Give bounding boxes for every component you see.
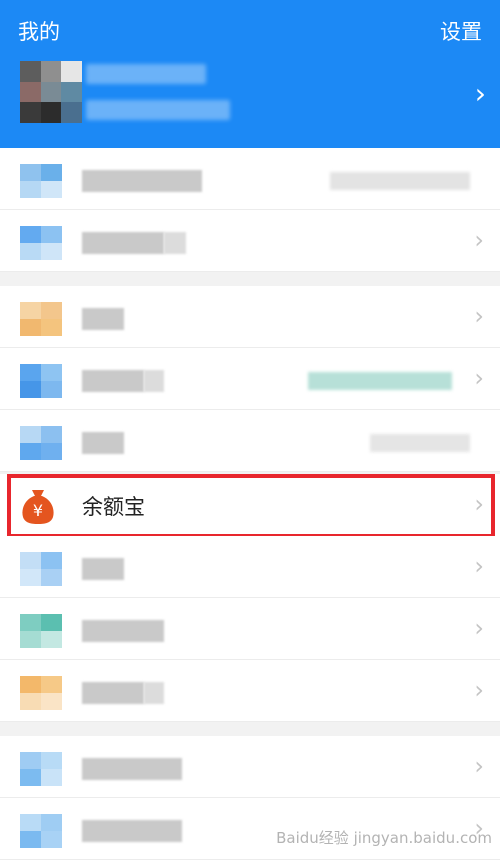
blurred-label bbox=[82, 370, 144, 392]
blurred-label bbox=[82, 620, 164, 642]
blurred-value bbox=[308, 372, 452, 390]
chevron-right-icon: › bbox=[474, 552, 484, 580]
blurred-icon bbox=[20, 302, 62, 336]
blurred-icon bbox=[20, 614, 62, 648]
list-item[interactable]: › bbox=[0, 210, 500, 272]
blurred-label bbox=[82, 558, 124, 580]
svg-text:¥: ¥ bbox=[33, 501, 43, 520]
blurred-icon bbox=[20, 226, 62, 260]
username-blurred bbox=[86, 64, 206, 84]
blurred-label bbox=[82, 170, 202, 192]
blurred-label bbox=[164, 232, 186, 254]
blurred-icon bbox=[20, 552, 62, 586]
blurred-label bbox=[144, 370, 164, 392]
profile-header: 我的 设置 › bbox=[0, 0, 500, 148]
chevron-right-icon: › bbox=[474, 490, 484, 518]
account-info-blurred bbox=[86, 100, 230, 120]
blurred-icon bbox=[20, 164, 62, 198]
settings-button[interactable]: 设置 bbox=[440, 16, 482, 46]
blurred-icon bbox=[20, 676, 62, 710]
blurred-label bbox=[82, 682, 144, 704]
list-item[interactable] bbox=[0, 410, 500, 472]
blurred-label bbox=[82, 820, 182, 842]
list-item[interactable]: › bbox=[0, 536, 500, 598]
yuebao-item[interactable]: ¥ 余额宝 › bbox=[0, 474, 500, 536]
watermark: Baidu经验 jingyan.baidu.com bbox=[276, 829, 492, 847]
blurred-label bbox=[82, 432, 124, 454]
blurred-icon bbox=[20, 814, 62, 848]
page-title: 我的 bbox=[18, 20, 60, 44]
list-item[interactable]: › bbox=[0, 348, 500, 410]
blurred-value bbox=[330, 172, 470, 190]
blurred-value bbox=[370, 434, 470, 452]
chevron-right-icon: › bbox=[474, 364, 484, 392]
money-bag-icon: ¥ bbox=[22, 490, 54, 524]
blurred-label bbox=[82, 308, 124, 330]
chevron-right-icon: › bbox=[474, 676, 484, 704]
chevron-right-icon: › bbox=[474, 226, 484, 254]
chevron-right-icon: › bbox=[474, 614, 484, 642]
chevron-right-icon: › bbox=[474, 752, 484, 780]
list-item[interactable]: › bbox=[0, 660, 500, 722]
list-item[interactable]: › bbox=[0, 736, 500, 798]
list-item[interactable]: › bbox=[0, 286, 500, 348]
list-item[interactable]: › bbox=[0, 598, 500, 660]
blurred-icon bbox=[20, 364, 62, 398]
blurred-label bbox=[82, 758, 182, 780]
avatar[interactable] bbox=[20, 61, 82, 123]
list-item[interactable] bbox=[0, 148, 500, 210]
yuebao-label: 余额宝 bbox=[82, 495, 145, 519]
blurred-label bbox=[82, 232, 164, 254]
chevron-right-icon: › bbox=[474, 302, 484, 330]
chevron-right-icon[interactable]: › bbox=[475, 80, 486, 108]
blurred-label bbox=[144, 682, 164, 704]
blurred-icon bbox=[20, 752, 62, 786]
blurred-icon bbox=[20, 426, 62, 460]
